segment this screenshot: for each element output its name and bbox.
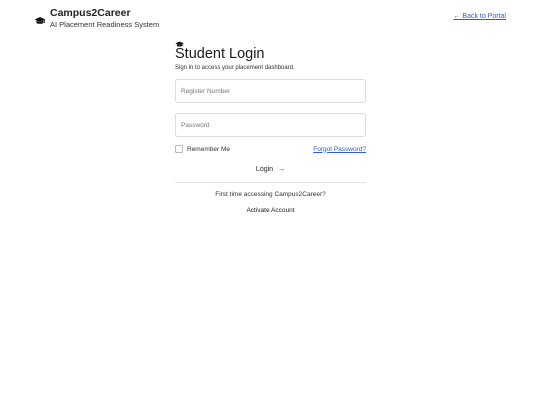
login-form: Student Login Sign in to access your pla… [175,36,366,215]
page-subtitle: Sign in to access your placement dashboa… [175,65,295,71]
first-time-text: First time accessing Campus2Career? [215,191,326,198]
login-button-label: Login [255,166,274,173]
activate-account-link[interactable]: Activate Account [175,206,366,215]
forgot-password-link[interactable]: Forgot Password? [313,146,366,153]
page-title: Student Login [175,46,265,62]
back-to-portal-link[interactable]: ← Back to Portal [453,13,506,20]
brand-name: Campus2Career [50,7,131,19]
options-row: Remember Me Forgot Password? [175,144,366,154]
graduation-cap-icon [34,14,46,26]
arrow-right-icon: → [278,166,286,173]
remember-me-checkbox[interactable] [175,145,183,153]
divider [175,182,366,183]
graduation-cap-icon [175,36,184,47]
remember-me-label: Remember Me [187,145,230,153]
header-brand: Campus2Career AI Placement Readiness Sys… [34,7,159,30]
remember-me[interactable]: Remember Me [175,145,230,153]
register-number-input[interactable] [175,79,366,103]
brand-tagline: AI Placement Readiness System [50,20,160,29]
login-button[interactable]: Login → [175,163,366,176]
password-input[interactable] [175,113,366,137]
